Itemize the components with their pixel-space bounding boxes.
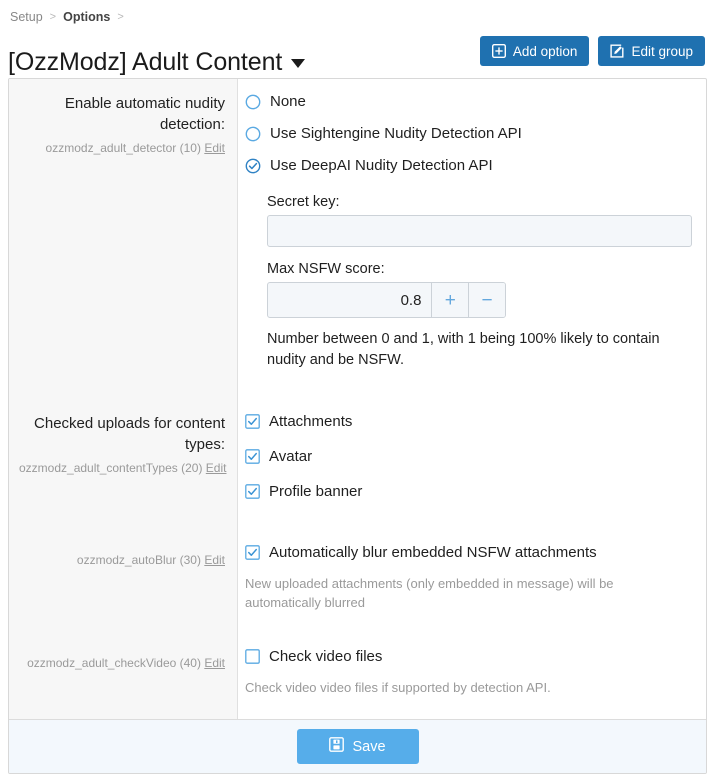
max-nsfw-input[interactable]	[268, 283, 431, 317]
header-actions: Add option Edit group	[480, 36, 705, 66]
edit-link-content-types[interactable]: Edit	[206, 461, 227, 475]
save-button-label: Save	[352, 739, 385, 755]
helper-text-check-video: Check video video files if supported by …	[245, 678, 692, 697]
checkbox-option-attachments[interactable]: Attachments	[245, 412, 692, 435]
checkbox-checked-icon	[245, 484, 260, 505]
checkbox-option-profile-banner[interactable]: Profile banner	[245, 482, 692, 505]
checkbox-option-auto-blur[interactable]: Automatically blur embedded NSFW attachm…	[245, 543, 692, 566]
checkbox-label-avatar: Avatar	[269, 447, 312, 467]
option-label-check-video: ozzmodz_adult_checkVideo (40) Edit	[9, 624, 237, 719]
option-row-check-video: ozzmodz_adult_checkVideo (40) Edit Check…	[9, 624, 706, 719]
edit-link-auto-blur[interactable]: Edit	[204, 553, 225, 567]
option-body-detector: None Use Sightengine Nudity Detection AP…	[237, 79, 706, 383]
edit-group-button-label: Edit group	[631, 44, 693, 59]
breadcrumb: Setup > Options >	[0, 0, 715, 26]
add-option-button-label: Add option	[513, 44, 578, 59]
radio-option-sightengine[interactable]: Use Sightengine Nudity Detection API	[245, 124, 692, 148]
floppy-save-icon	[329, 737, 344, 756]
secret-key-field: Secret key:	[267, 194, 692, 247]
option-label-content-types: Checked uploads for content types: ozzmo…	[9, 383, 237, 517]
options-rows: Enable automatic nudity detection: ozzmo…	[9, 79, 706, 719]
option-hint-content-types: ozzmodz_adult_contentTypes (20) Edit	[19, 460, 225, 476]
checkbox-label-attachments: Attachments	[269, 412, 352, 432]
checkbox-checked-icon	[245, 545, 260, 566]
pencil-square-icon	[610, 44, 624, 58]
checkbox-label-auto-blur: Automatically blur embedded NSFW attachm…	[269, 543, 597, 563]
add-option-button[interactable]: Add option	[480, 36, 590, 66]
edit-link-detector[interactable]: Edit	[204, 141, 225, 155]
secret-key-label: Secret key:	[267, 194, 692, 210]
breadcrumb-separator-icon: >	[50, 11, 56, 23]
option-id-detector: ozzmodz_adult_detector (10)	[46, 141, 201, 155]
radio-unchecked-icon	[245, 94, 261, 116]
max-nsfw-field: Max NSFW score: + − Number between 0 and…	[267, 261, 692, 371]
option-hint-auto-blur: ozzmodz_autoBlur (30) Edit	[19, 552, 225, 568]
checkbox-unchecked-icon	[245, 649, 260, 670]
radio-label-none: None	[270, 92, 306, 112]
option-body-check-video: Check video files Check video video file…	[237, 624, 706, 719]
plus-square-icon	[492, 44, 506, 58]
option-id-auto-blur: ozzmodz_autoBlur (30)	[77, 553, 201, 567]
option-label-auto-blur: ozzmodz_autoBlur (30) Edit	[9, 517, 237, 624]
radio-option-none[interactable]: None	[245, 92, 692, 116]
max-nsfw-explanation: Number between 0 and 1, with 1 being 100…	[267, 329, 687, 371]
max-nsfw-label: Max NSFW score:	[267, 261, 692, 277]
checkbox-label-check-video: Check video files	[269, 647, 382, 667]
breadcrumb-item-options[interactable]: Options	[63, 10, 110, 24]
option-title-content-types: Checked uploads for content types:	[19, 413, 225, 455]
option-title-detector: Enable automatic nudity detection:	[19, 93, 225, 135]
edit-group-button[interactable]: Edit group	[598, 36, 705, 66]
save-button[interactable]: Save	[297, 729, 419, 764]
option-body-content-types: Attachments Avatar	[237, 383, 706, 517]
option-body-auto-blur: Automatically blur embedded NSFW attachm…	[237, 517, 706, 624]
option-row-auto-blur: ozzmodz_autoBlur (30) Edit Automatically…	[9, 517, 706, 624]
checkbox-checked-icon	[245, 449, 260, 470]
checkbox-label-profile-banner: Profile banner	[269, 482, 362, 502]
option-row-detector: Enable automatic nudity detection: ozzmo…	[9, 79, 706, 383]
radio-label-sightengine: Use Sightengine Nudity Detection API	[270, 124, 522, 144]
option-row-content-types: Checked uploads for content types: ozzmo…	[9, 383, 706, 517]
radio-checked-icon	[245, 158, 261, 180]
page-title-text: [OzzModz] Adult Content	[8, 45, 282, 79]
option-id-content-types: ozzmodz_adult_contentTypes (20)	[19, 461, 202, 475]
checkbox-checked-icon	[245, 414, 260, 435]
caret-down-icon[interactable]	[291, 59, 305, 68]
breadcrumb-separator-icon-2: >	[117, 11, 123, 23]
radio-label-deepai: Use DeepAI Nudity Detection API	[270, 156, 493, 176]
options-panel: Enable automatic nudity detection: ozzmo…	[8, 78, 707, 774]
breadcrumb-item-setup[interactable]: Setup	[10, 10, 43, 24]
max-nsfw-increment-button[interactable]: +	[431, 283, 468, 317]
helper-text-auto-blur: New uploaded attachments (only embedded …	[245, 574, 692, 612]
page-header: [OzzModz] Adult Content Add option Edit …	[0, 26, 715, 72]
option-hint-check-video: ozzmodz_adult_checkVideo (40) Edit	[19, 655, 225, 671]
option-label-detector: Enable automatic nudity detection: ozzmo…	[9, 79, 237, 383]
checkbox-option-avatar[interactable]: Avatar	[245, 447, 692, 470]
max-nsfw-stepper: + −	[267, 282, 506, 318]
panel-footer: Save	[9, 719, 706, 773]
page-title: [OzzModz] Adult Content	[8, 45, 305, 79]
radio-unchecked-icon	[245, 126, 261, 148]
max-nsfw-decrement-button[interactable]: −	[468, 283, 505, 317]
secret-key-input[interactable]	[267, 215, 692, 247]
checkbox-option-check-video[interactable]: Check video files	[245, 647, 692, 670]
option-hint-detector: ozzmodz_adult_detector (10) Edit	[19, 140, 225, 156]
radio-option-deepai[interactable]: Use DeepAI Nudity Detection API	[245, 156, 692, 180]
